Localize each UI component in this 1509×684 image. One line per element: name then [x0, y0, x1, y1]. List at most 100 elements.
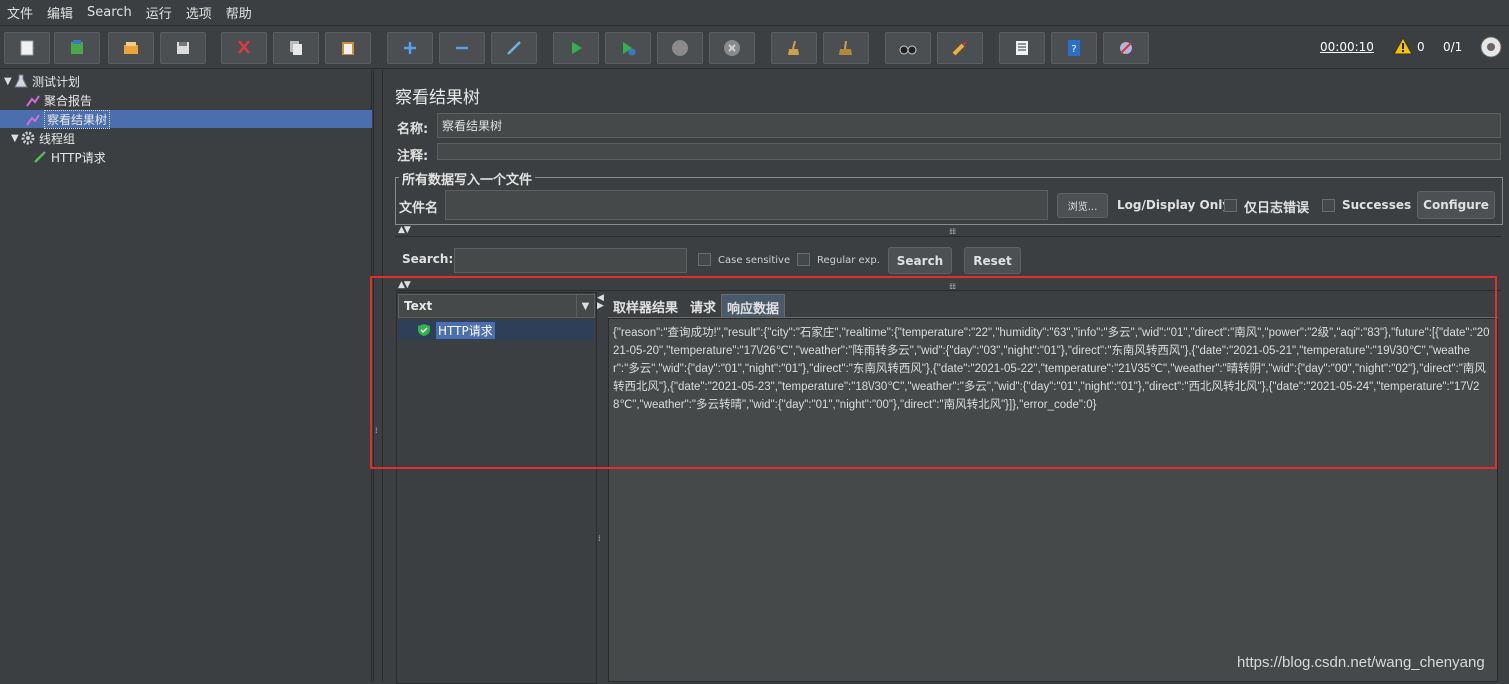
open-icon — [124, 42, 138, 54]
renderer-select[interactable]: Text ▼ — [398, 294, 595, 318]
clear-button[interactable] — [771, 32, 817, 64]
gear-icon — [21, 131, 35, 145]
clear-all-button[interactable] — [823, 32, 869, 64]
warning-icon[interactable] — [1393, 37, 1413, 55]
tree-item-http-request[interactable]: HTTP请求 — [33, 148, 106, 166]
new-button[interactable] — [4, 32, 50, 64]
renderer-selected-value: Text — [404, 299, 433, 313]
save-button[interactable] — [160, 32, 206, 64]
elapsed-timer: 00:00:10 — [1320, 40, 1374, 54]
collapse-all-button[interactable] — [439, 32, 485, 64]
chart-listener-icon — [26, 114, 40, 126]
case-sensitive-checkbox[interactable] — [698, 253, 711, 266]
copy-button[interactable] — [273, 32, 319, 64]
wand-icon — [507, 41, 521, 55]
stop-button[interactable] — [657, 32, 703, 64]
expand-all-button[interactable] — [387, 32, 433, 64]
case-sensitive-label: Case sensitive — [718, 255, 791, 266]
reset-search-button[interactable] — [937, 32, 983, 64]
active-threads: 0/1 — [1443, 40, 1463, 54]
status-icon[interactable] — [1480, 36, 1502, 58]
configure-button[interactable]: Configure — [1417, 191, 1495, 219]
tree-item-label: 聚合报告 — [44, 93, 93, 108]
tree-item-label: 察看结果树 — [44, 109, 111, 129]
help-button[interactable]: ? — [1051, 32, 1097, 64]
filename-label: 文件名 — [399, 201, 439, 216]
collapse-left-arrows-icon[interactable]: ◀ ▶ — [597, 294, 604, 311]
svg-text:?: ? — [1071, 44, 1076, 55]
browse-button[interactable]: 浏览... — [1057, 193, 1108, 218]
new-icon — [20, 40, 34, 56]
remote-button[interactable] — [1103, 32, 1149, 64]
paste-button[interactable] — [325, 32, 371, 64]
pipette-icon — [34, 151, 46, 163]
main-splitter[interactable]: ⁞ — [373, 70, 383, 682]
name-field[interactable]: 察看结果树 — [437, 113, 1501, 138]
tree-item-aggregate-report[interactable]: 聚合报告 — [26, 91, 92, 109]
successes-checkbox[interactable] — [1322, 199, 1335, 212]
remote-icon — [1120, 42, 1132, 54]
tree-item-view-results-tree[interactable]: 察看结果树 — [0, 109, 372, 129]
start-no-pause-button[interactable] — [605, 32, 651, 64]
shutdown-icon — [724, 40, 740, 56]
tab-response-data[interactable]: 响应数据 — [721, 294, 786, 319]
expand-arrow-icon[interactable]: ▼ — [11, 133, 21, 144]
list-icon — [1016, 41, 1028, 55]
comment-field[interactable] — [437, 143, 1501, 160]
menu-options[interactable]: 选项 — [179, 3, 219, 22]
name-label: 名称: — [397, 122, 429, 137]
collapse-arrows-icon[interactable]: ▲▼ — [398, 280, 411, 290]
tree-item-test-plan[interactable]: ▼ 测试计划 — [4, 72, 80, 90]
reset-button[interactable]: Reset — [964, 247, 1021, 274]
menu-edit[interactable]: 编辑 — [40, 3, 80, 22]
expand-arrow-icon[interactable]: ▼ — [4, 76, 14, 87]
start-button[interactable] — [553, 32, 599, 64]
regular-exp-checkbox[interactable] — [797, 253, 810, 266]
menu-file[interactable]: 文件 — [0, 3, 40, 22]
toolbar: ? 00:00:10 0 0/1 — [0, 27, 1509, 69]
open-button[interactable] — [108, 32, 154, 64]
menu-search[interactable]: Search — [80, 5, 139, 20]
menu-bar: 文件 编辑 Search 运行 选项 帮助 — [0, 0, 1509, 26]
help-icon: ? — [1068, 40, 1080, 56]
page-title: 察看结果树 — [395, 88, 480, 108]
templates-button[interactable] — [54, 32, 100, 64]
regular-exp-label: Regular exp. — [817, 255, 880, 266]
splitter-grip[interactable]: ⁞ — [375, 426, 377, 435]
search-label: Search: — [402, 252, 454, 266]
save-icon — [177, 42, 189, 54]
errors-only-checkbox[interactable] — [1224, 199, 1237, 212]
toggle-button[interactable] — [491, 32, 537, 64]
tab-sampler-result[interactable]: 取样器结果 — [608, 294, 683, 318]
cut-icon — [238, 40, 250, 54]
tree-item-thread-group[interactable]: ▼ 线程组 — [11, 129, 75, 147]
tree-item-label: 测试计划 — [32, 74, 81, 89]
plus-icon — [404, 42, 416, 54]
vertical-grip[interactable]: ⁞ — [598, 534, 600, 543]
collapse-arrows-icon[interactable]: ▲▼ — [398, 225, 411, 235]
cut-button[interactable] — [221, 32, 267, 64]
menu-help[interactable]: 帮助 — [219, 3, 259, 22]
chevron-down-icon[interactable]: ▼ — [576, 295, 594, 317]
divider-grip[interactable]: ⁞⁞⁞⁞ — [949, 227, 956, 236]
divider — [395, 290, 1501, 291]
response-text-area[interactable]: {"reason":"查询成功!","result":{"city":"石家庄"… — [608, 318, 1498, 682]
search-button[interactable]: Search — [888, 247, 952, 274]
warning-count: 0 — [1417, 40, 1425, 54]
write-results-legend: 所有数据写入一个文件 — [399, 169, 536, 188]
shutdown-button[interactable] — [709, 32, 755, 64]
search-input[interactable] — [454, 248, 687, 273]
filename-input[interactable] — [445, 190, 1048, 220]
result-sample-list: Text ▼ HTTP请求 — [396, 292, 597, 684]
minus-icon — [456, 46, 468, 50]
shield-check-icon — [418, 324, 430, 336]
search-button[interactable] — [885, 32, 931, 64]
comment-label: 注释: — [397, 149, 429, 164]
stop-icon — [672, 40, 688, 56]
paste-icon — [342, 42, 354, 55]
function-helper-button[interactable] — [999, 32, 1045, 64]
menu-run[interactable]: 运行 — [139, 3, 179, 22]
tab-request[interactable]: 请求 — [685, 294, 721, 318]
list-item[interactable]: HTTP请求 — [398, 320, 594, 340]
chart-listener-icon — [26, 95, 40, 107]
